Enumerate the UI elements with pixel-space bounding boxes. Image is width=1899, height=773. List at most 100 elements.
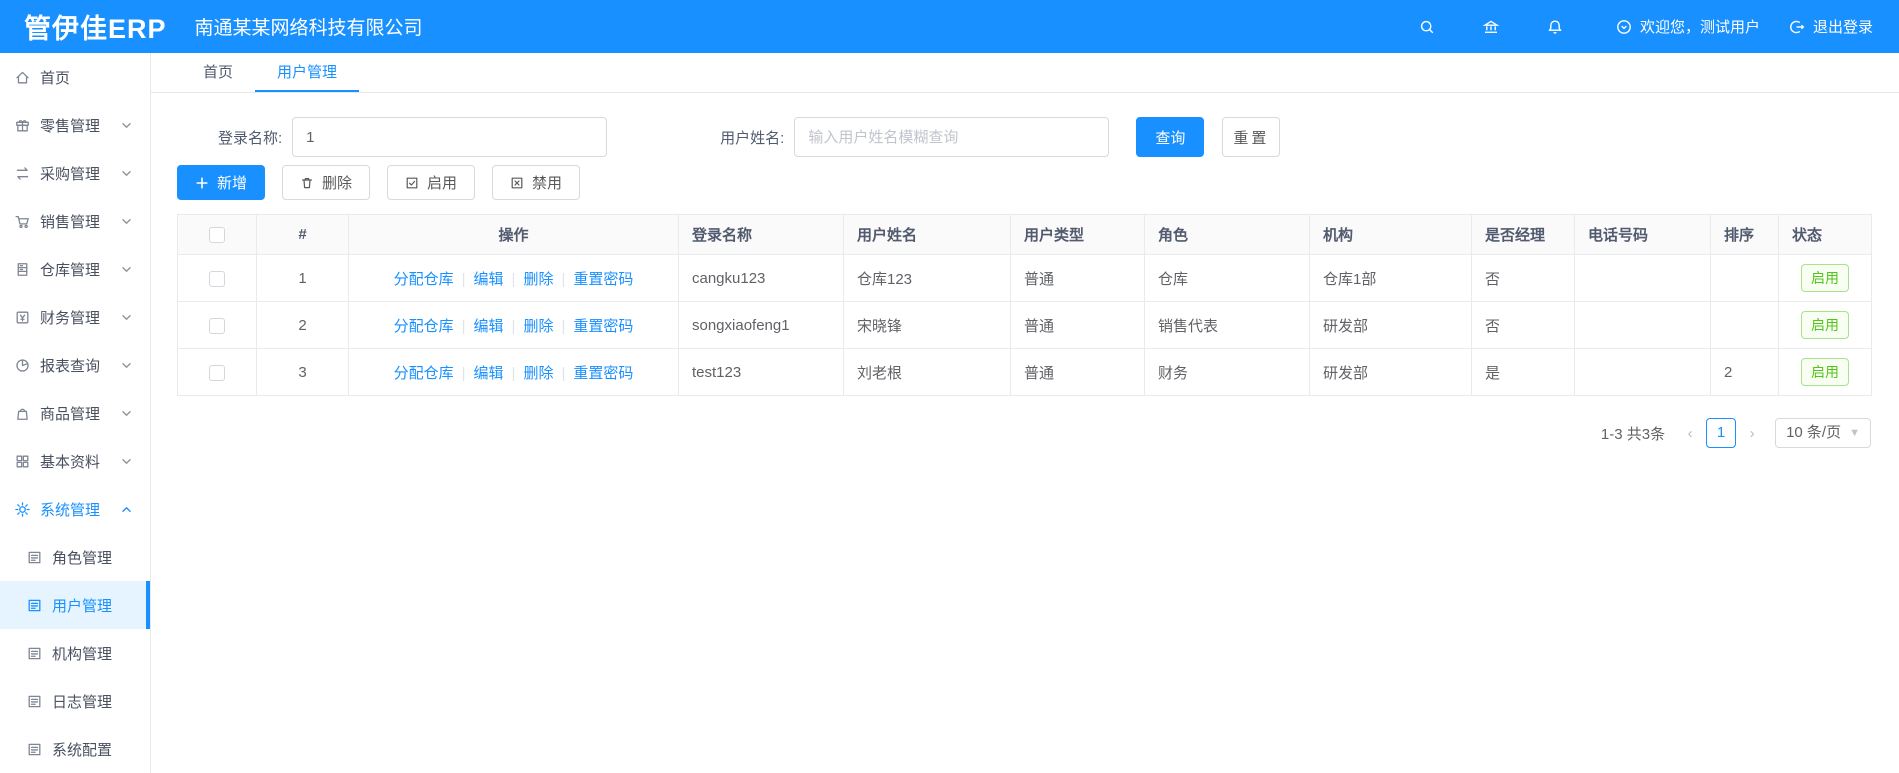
sidebar-item-warehouse[interactable]: 仓库管理 — [0, 245, 150, 293]
assign-warehouse-link[interactable]: 分配仓库 — [394, 365, 454, 382]
table-row: 2 分配仓库 | 编辑 | 删除 | 重置密码 songxiaofeng1 宋晓锋 普通 销… — [177, 301, 1872, 349]
cell-sort — [1710, 301, 1779, 349]
cell-sort: 2 — [1710, 348, 1779, 396]
sidebar-item-home[interactable]: 首页 — [0, 53, 150, 101]
sidebar-subitem-orgs[interactable]: 机构管理 — [0, 629, 150, 677]
sidebar-subitem-label: 角色管理 — [52, 549, 113, 567]
sidebar-item-basic-data[interactable]: 基本资料 — [0, 437, 150, 485]
sidebar-item-retail[interactable]: 零售管理 — [0, 101, 150, 149]
sidebar-item-goods[interactable]: 商品管理 — [0, 389, 150, 437]
chevron-down-icon: ▼ — [1849, 427, 1860, 439]
tab-home[interactable]: 首页 — [181, 53, 255, 92]
sidebar: 首页 零售管理 采购管理 销售管理 仓库管理 财务管理 报表查询 商品管理 基本… — [0, 53, 151, 773]
gear-icon — [14, 501, 31, 518]
cell-org: 研发部 — [1309, 301, 1472, 349]
cell-manager: 否 — [1471, 254, 1575, 302]
bell-icon[interactable] — [1545, 17, 1565, 37]
status-badge: 启用 — [1801, 264, 1849, 292]
page-size-select[interactable]: 10 条/页 ▼ — [1775, 418, 1871, 448]
row-checkbox[interactable] — [209, 364, 225, 381]
reset-password-link[interactable]: 重置密码 — [573, 365, 633, 382]
chevron-down-icon — [121, 456, 132, 467]
chevron-down-icon — [121, 264, 132, 275]
document-icon — [26, 693, 43, 710]
user-name-label: 用户姓名: — [720, 129, 785, 147]
top-header: 管伊佳ERP 南通某某网络科技有限公司 欢迎您，测试用户 退出登录 — [0, 0, 1899, 53]
user-circle-icon — [1615, 18, 1633, 36]
status-badge: 启用 — [1801, 311, 1849, 339]
pagination-total: 1-3 共3条 — [1600, 425, 1666, 443]
edit-link[interactable]: 编辑 — [474, 365, 504, 382]
sidebar-item-label: 销售管理 — [40, 213, 101, 231]
sidebar-subitem-label: 机构管理 — [52, 645, 113, 663]
cell-name: 仓库123 — [843, 254, 1011, 302]
user-name-input[interactable] — [794, 117, 1110, 157]
reset-password-link[interactable]: 重置密码 — [573, 271, 633, 288]
sidebar-item-purchase[interactable]: 采购管理 — [0, 149, 150, 197]
assign-warehouse-link[interactable]: 分配仓库 — [394, 271, 454, 288]
sidebar-item-label: 首页 — [40, 69, 71, 87]
next-page-button[interactable]: › — [1741, 425, 1763, 442]
sidebar-item-finance[interactable]: 财务管理 — [0, 293, 150, 341]
sidebar-item-system[interactable]: 系统管理 — [0, 485, 150, 533]
cell-login: songxiaofeng1 — [678, 301, 844, 349]
row-checkbox[interactable] — [209, 270, 225, 287]
plus-icon — [196, 176, 208, 189]
cell-role: 财务 — [1144, 348, 1310, 396]
tab-bar: 首页 用户管理 — [151, 53, 1899, 93]
user-menu[interactable]: 欢迎您，测试用户 — [1615, 16, 1760, 37]
col-phone: 电话号码 — [1574, 214, 1711, 255]
cell-login: test123 — [678, 348, 844, 396]
sidebar-item-label: 基本资料 — [40, 453, 101, 471]
col-sort: 排序 — [1710, 214, 1779, 255]
home-icon — [14, 69, 31, 86]
sidebar-subitem-label: 系统配置 — [52, 741, 113, 759]
add-button[interactable]: 新增 — [177, 165, 266, 200]
tab-user-management[interactable]: 用户管理 — [255, 53, 360, 92]
document-icon — [26, 741, 43, 758]
disable-button[interactable]: 禁用 — [492, 165, 581, 200]
sidebar-subitem-users[interactable]: 用户管理 — [0, 581, 150, 629]
delete-link[interactable]: 删除 — [523, 271, 553, 288]
login-name-input[interactable] — [292, 117, 608, 157]
sidebar-item-label: 系统管理 — [40, 501, 101, 519]
row-checkbox[interactable] — [209, 317, 225, 334]
reset-password-link[interactable]: 重置密码 — [573, 318, 633, 335]
cell-role: 销售代表 — [1144, 301, 1310, 349]
delete-link[interactable]: 删除 — [523, 318, 553, 335]
reset-button[interactable]: 重置 — [1222, 117, 1281, 157]
sidebar-subitem-label: 日志管理 — [52, 693, 113, 711]
search-icon[interactable] — [1417, 17, 1437, 37]
welcome-text: 欢迎您，测试用户 — [1639, 19, 1760, 36]
sidebar-subitem-roles[interactable]: 角色管理 — [0, 533, 150, 581]
table-row: 3 分配仓库 | 编辑 | 删除 | 重置密码 test123 刘老根 普通 财务 研发部 … — [177, 348, 1872, 396]
edit-link[interactable]: 编辑 — [474, 271, 504, 288]
logout-label: 退出登录 — [1812, 19, 1873, 36]
assign-warehouse-link[interactable]: 分配仓库 — [394, 318, 454, 335]
filter-row: 登录名称: 用户姓名: 查询 重置 — [218, 117, 1873, 157]
pagination: 1-3 共3条 ‹ 1 › 10 条/页 ▼ — [177, 418, 1871, 448]
app-window: 管伊佳ERP 南通某某网络科技有限公司 欢迎您，测试用户 退出登录 首页 零售管… — [0, 0, 1899, 773]
sidebar-item-label: 仓库管理 — [40, 261, 101, 279]
login-name-label: 登录名称: — [218, 129, 283, 147]
sidebar-subitem-config[interactable]: 系统配置 — [0, 725, 150, 773]
search-button[interactable]: 查询 — [1136, 117, 1205, 157]
delete-button[interactable]: 删除 — [282, 165, 371, 200]
sidebar-item-label: 采购管理 — [40, 165, 101, 183]
delete-link[interactable]: 删除 — [523, 365, 553, 382]
gift-icon — [14, 117, 31, 134]
page-number-button[interactable]: 1 — [1706, 418, 1737, 448]
sidebar-item-sales[interactable]: 销售管理 — [0, 197, 150, 245]
sidebar-item-reports[interactable]: 报表查询 — [0, 341, 150, 389]
enable-button[interactable]: 启用 — [387, 165, 476, 200]
logout-button[interactable]: 退出登录 — [1788, 16, 1873, 37]
sidebar-subitem-logs[interactable]: 日志管理 — [0, 677, 150, 725]
chevron-down-icon — [121, 408, 132, 419]
select-all-checkbox[interactable] — [209, 227, 225, 244]
bank-icon[interactable] — [1481, 17, 1501, 37]
edit-link[interactable]: 编辑 — [474, 318, 504, 335]
cell-name: 刘老根 — [843, 348, 1011, 396]
table-row: 1 分配仓库 | 编辑 | 删除 | 重置密码 cangku123 仓库123 普通 仓库 … — [177, 254, 1872, 302]
prev-page-button[interactable]: ‹ — [1679, 425, 1701, 442]
bag-icon — [14, 405, 31, 422]
